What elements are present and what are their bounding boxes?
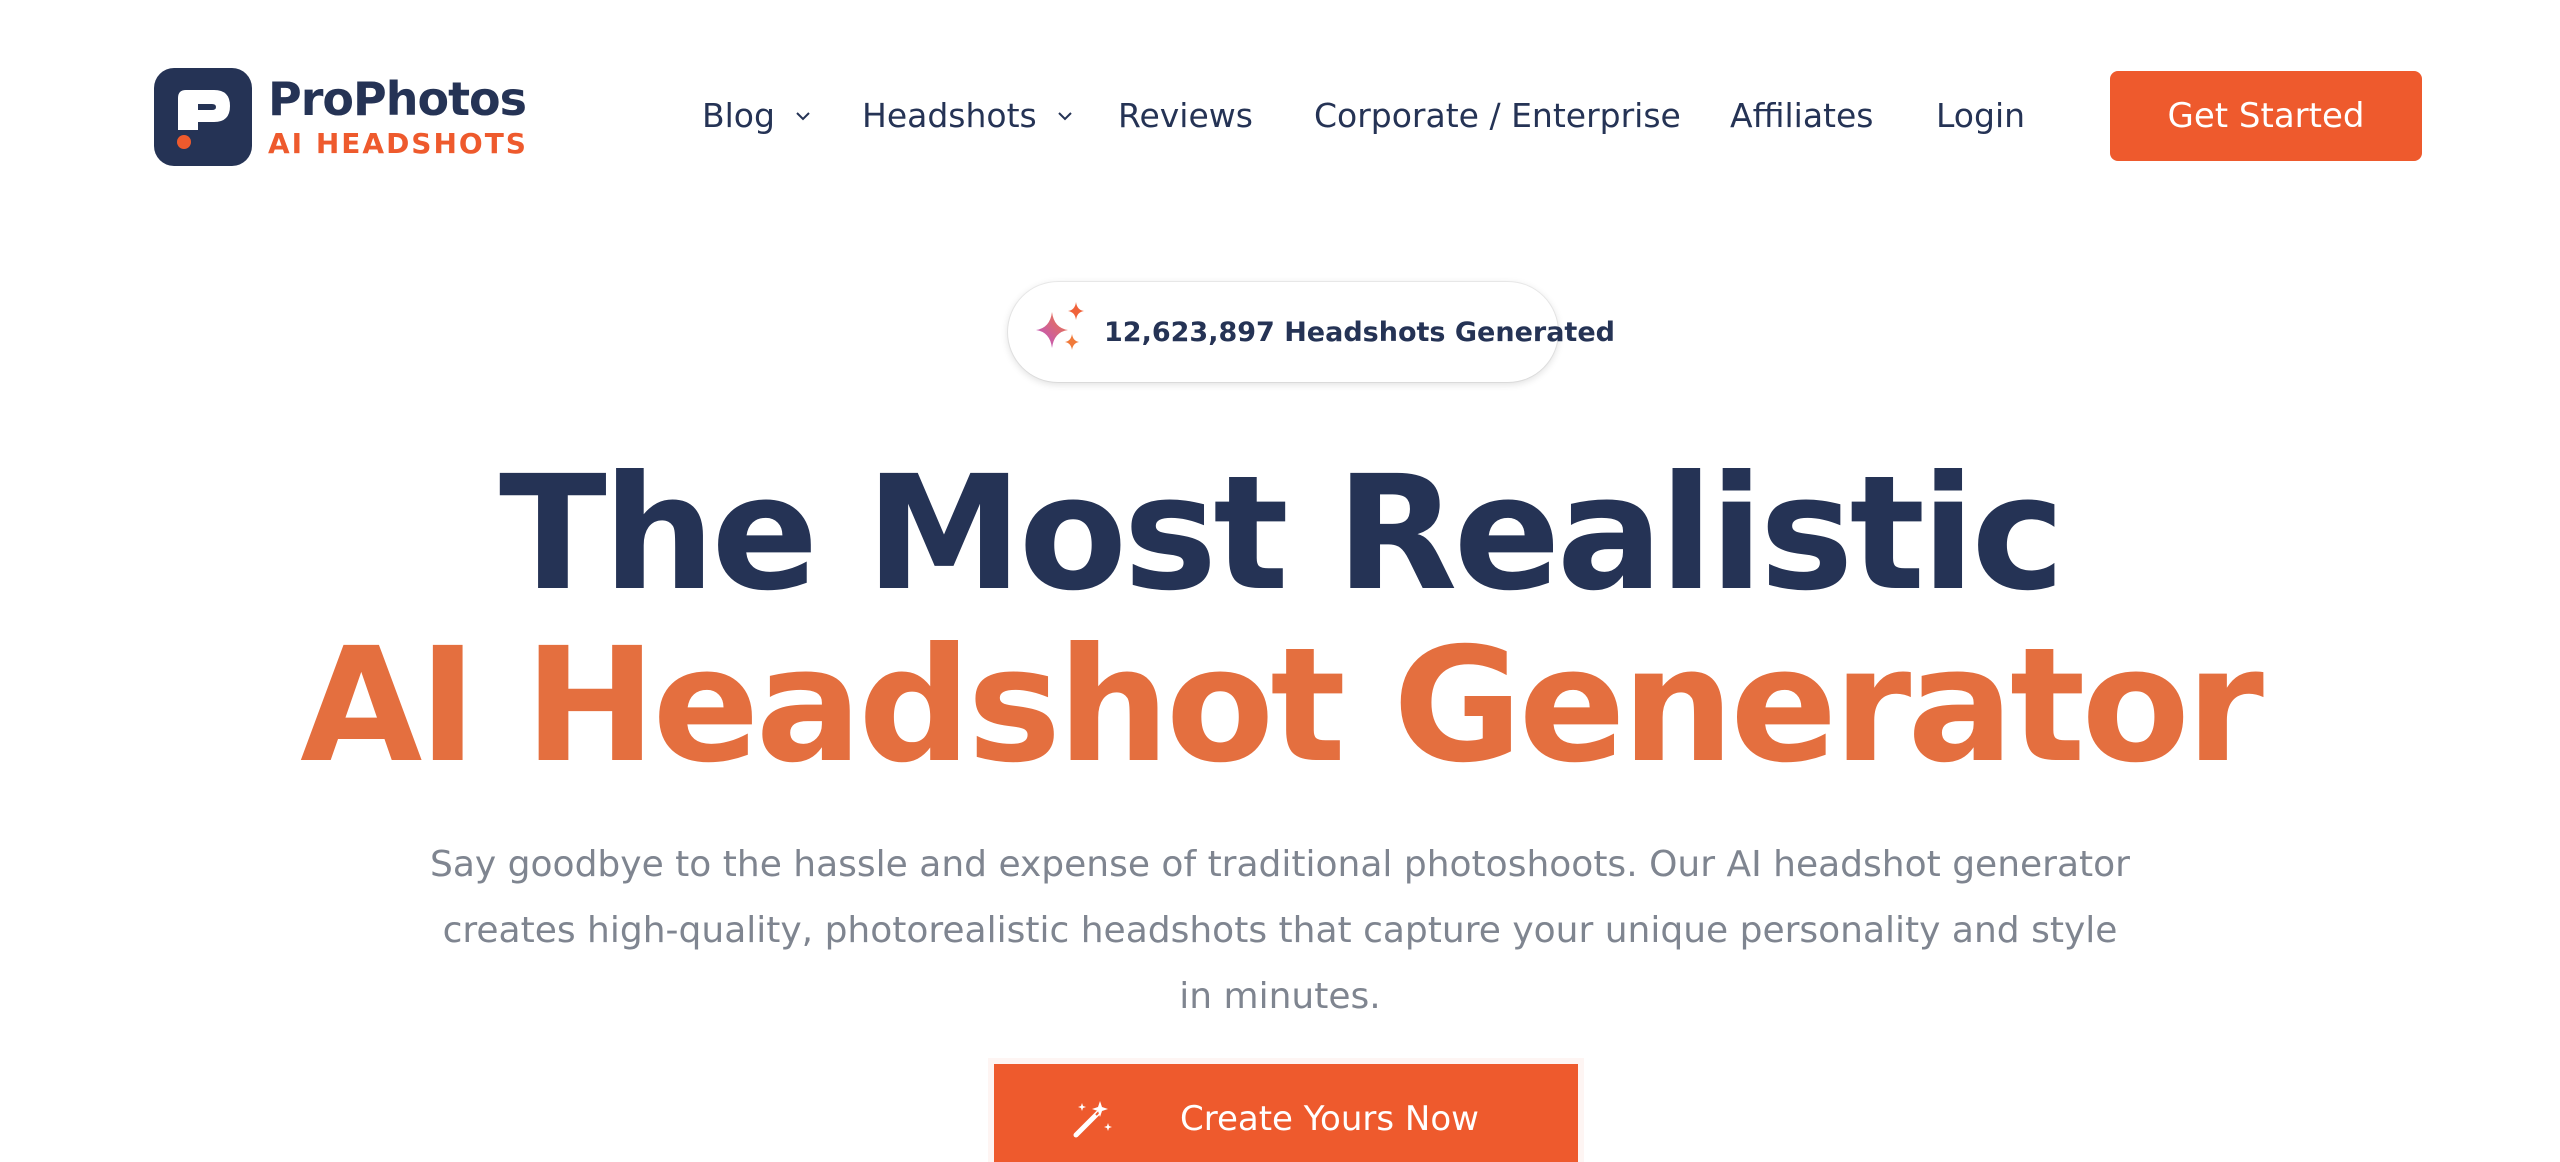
create-yours-now-label: Create Yours Now xyxy=(1180,1099,1479,1139)
brand-tagline: AI HEADSHOTS xyxy=(268,127,528,160)
nav-item-label: Affiliates xyxy=(1730,96,1874,135)
hero-title-line-1: The Most Realistic xyxy=(499,442,2065,626)
nav-item-corporate-enterprise[interactable]: Corporate / Enterprise xyxy=(1314,96,1681,135)
prophotos-logo-icon xyxy=(154,68,252,166)
nav-item-label: Corporate / Enterprise xyxy=(1314,96,1681,135)
headshots-counter-badge: 12,623,897 Headshots Generated xyxy=(1008,282,1615,382)
sparkles-icon xyxy=(1036,302,1084,350)
get-started-button[interactable]: Get Started xyxy=(2110,71,2422,161)
brand-name: ProPhotos xyxy=(268,72,527,126)
headshots-counter-text: 12,623,897 Headshots Generated xyxy=(1104,316,1615,348)
brand-logo-link[interactable]: ProPhotos AI HEADSHOTS xyxy=(154,68,528,166)
brand-wordmark: ProPhotos AI HEADSHOTS xyxy=(268,76,528,158)
hero-title: The Most Realistic AI Headshot Generator xyxy=(0,448,2560,792)
landing-page: ProPhotos AI HEADSHOTS Blog Headshots Re… xyxy=(0,0,2560,1162)
nav-item-reviews[interactable]: Reviews xyxy=(1118,96,1253,135)
nav-item-label: Login xyxy=(1936,96,2026,135)
magic-wand-icon xyxy=(1073,1101,1112,1138)
hero-description: Say goodbye to the hassle and expense of… xyxy=(430,844,2130,1017)
hero-title-line-2: AI Headshot Generator xyxy=(300,614,2264,798)
chevron-down-icon xyxy=(1058,111,1072,120)
nav-item-label: Blog xyxy=(702,96,775,135)
chevron-down-icon xyxy=(796,111,810,120)
nav-item-label: Reviews xyxy=(1118,96,1253,135)
nav-item-affiliates[interactable]: Affiliates xyxy=(1730,96,1873,135)
nav-item-login[interactable]: Login xyxy=(1936,96,2025,135)
nav-item-blog[interactable]: Blog xyxy=(702,96,813,135)
site-header: ProPhotos AI HEADSHOTS Blog Headshots Re… xyxy=(0,0,2560,230)
nav-item-headshots[interactable]: Headshots xyxy=(862,96,1075,135)
create-yours-now-button[interactable]: Create Yours Now xyxy=(994,1064,1578,1162)
nav-item-label: Headshots xyxy=(862,96,1037,135)
